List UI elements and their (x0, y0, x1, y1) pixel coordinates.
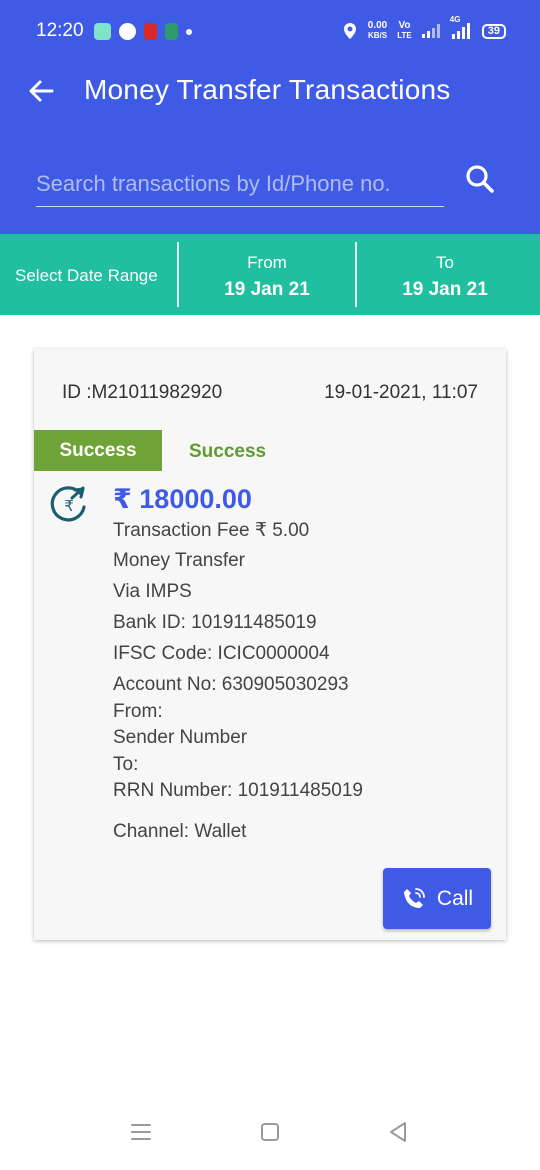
sender-number: Sender Number (113, 727, 248, 748)
from-date-value: 19 Jan 21 (224, 279, 310, 300)
call-label: Call (436, 886, 474, 910)
transaction-card[interactable]: ID :M21011982920 19-01-2021, 11:07 Succe… (34, 349, 506, 940)
system-status: 0.00 KB/S Vo LTE 4G 39 (342, 15, 506, 41)
rrn-number: RRN Number: 101911485019 (113, 780, 363, 801)
app-notification-icon (144, 23, 157, 40)
home-icon[interactable] (258, 1120, 282, 1144)
notification-icons (94, 23, 192, 40)
signal-icon (451, 23, 470, 39)
volte-indicator: Vo LTE (397, 20, 412, 41)
transfer-mode: Via IMPS (113, 581, 192, 602)
transaction-datetime: 19-01-2021, 11:07 (324, 382, 478, 403)
from-label: From (247, 253, 287, 272)
to-label: To: (113, 754, 139, 775)
from-date-picker[interactable]: From 19 Jan 21 (178, 253, 356, 301)
battery-indicator: 39 (481, 23, 506, 39)
back-icon[interactable] (386, 1120, 410, 1144)
status-text: Success (189, 441, 267, 462)
svg-text:₹: ₹ (64, 497, 74, 515)
bank-id: Bank ID: 101911485019 (113, 612, 317, 633)
status-badge: Success (34, 430, 162, 471)
search-icon[interactable] (464, 163, 496, 195)
location-icon (343, 23, 356, 39)
to-date-picker[interactable]: To 19 Jan 21 (356, 253, 534, 301)
net-speed: 0.00 KB/S (367, 20, 388, 41)
channel: Channel: Wallet (113, 821, 247, 842)
more-notifications-icon (186, 28, 192, 35)
jio-icon (119, 23, 136, 40)
phone-icon (403, 887, 425, 908)
signal-4g: 4G (450, 15, 472, 39)
to-date-value: 19 Jan 21 (402, 279, 488, 300)
account-number: Account No: 630905030293 (113, 674, 349, 695)
transaction-fee: Transaction Fee ₹ 5.00 (113, 520, 310, 541)
rupee-transfer-icon: ₹ (50, 486, 86, 522)
search-input[interactable] (36, 165, 444, 207)
select-date-range-button[interactable]: Select Date Range (15, 266, 158, 286)
search-bar (0, 132, 540, 234)
signal-icon (421, 24, 440, 38)
status-time: 12:20 (36, 20, 84, 41)
app-notification-icon (165, 23, 178, 40)
transaction-id: ID :M21011982920 (62, 382, 223, 403)
to-label: To (436, 253, 454, 272)
system-nav-bar (0, 1100, 540, 1170)
ifsc-code: IFSC Code: ICIC0000004 (113, 643, 330, 664)
back-arrow-icon[interactable] (26, 76, 56, 106)
status-bar: 12:20 0.00 KB/S Vo LTE 4G 39 (0, 0, 540, 48)
call-button[interactable]: Call (383, 868, 491, 929)
transaction-type: Money Transfer (113, 550, 245, 571)
date-range-bar: Select Date Range From 19 Jan 21 To 19 J… (0, 234, 540, 315)
from-label: From: (113, 701, 163, 722)
page-title: Money Transfer Transactions (84, 74, 451, 105)
chat-app-icon (94, 23, 111, 40)
menu-icon[interactable] (129, 1120, 153, 1144)
app-bar: Money Transfer Transactions (0, 48, 540, 132)
transaction-amount: ₹ 18000.00 (113, 484, 252, 514)
